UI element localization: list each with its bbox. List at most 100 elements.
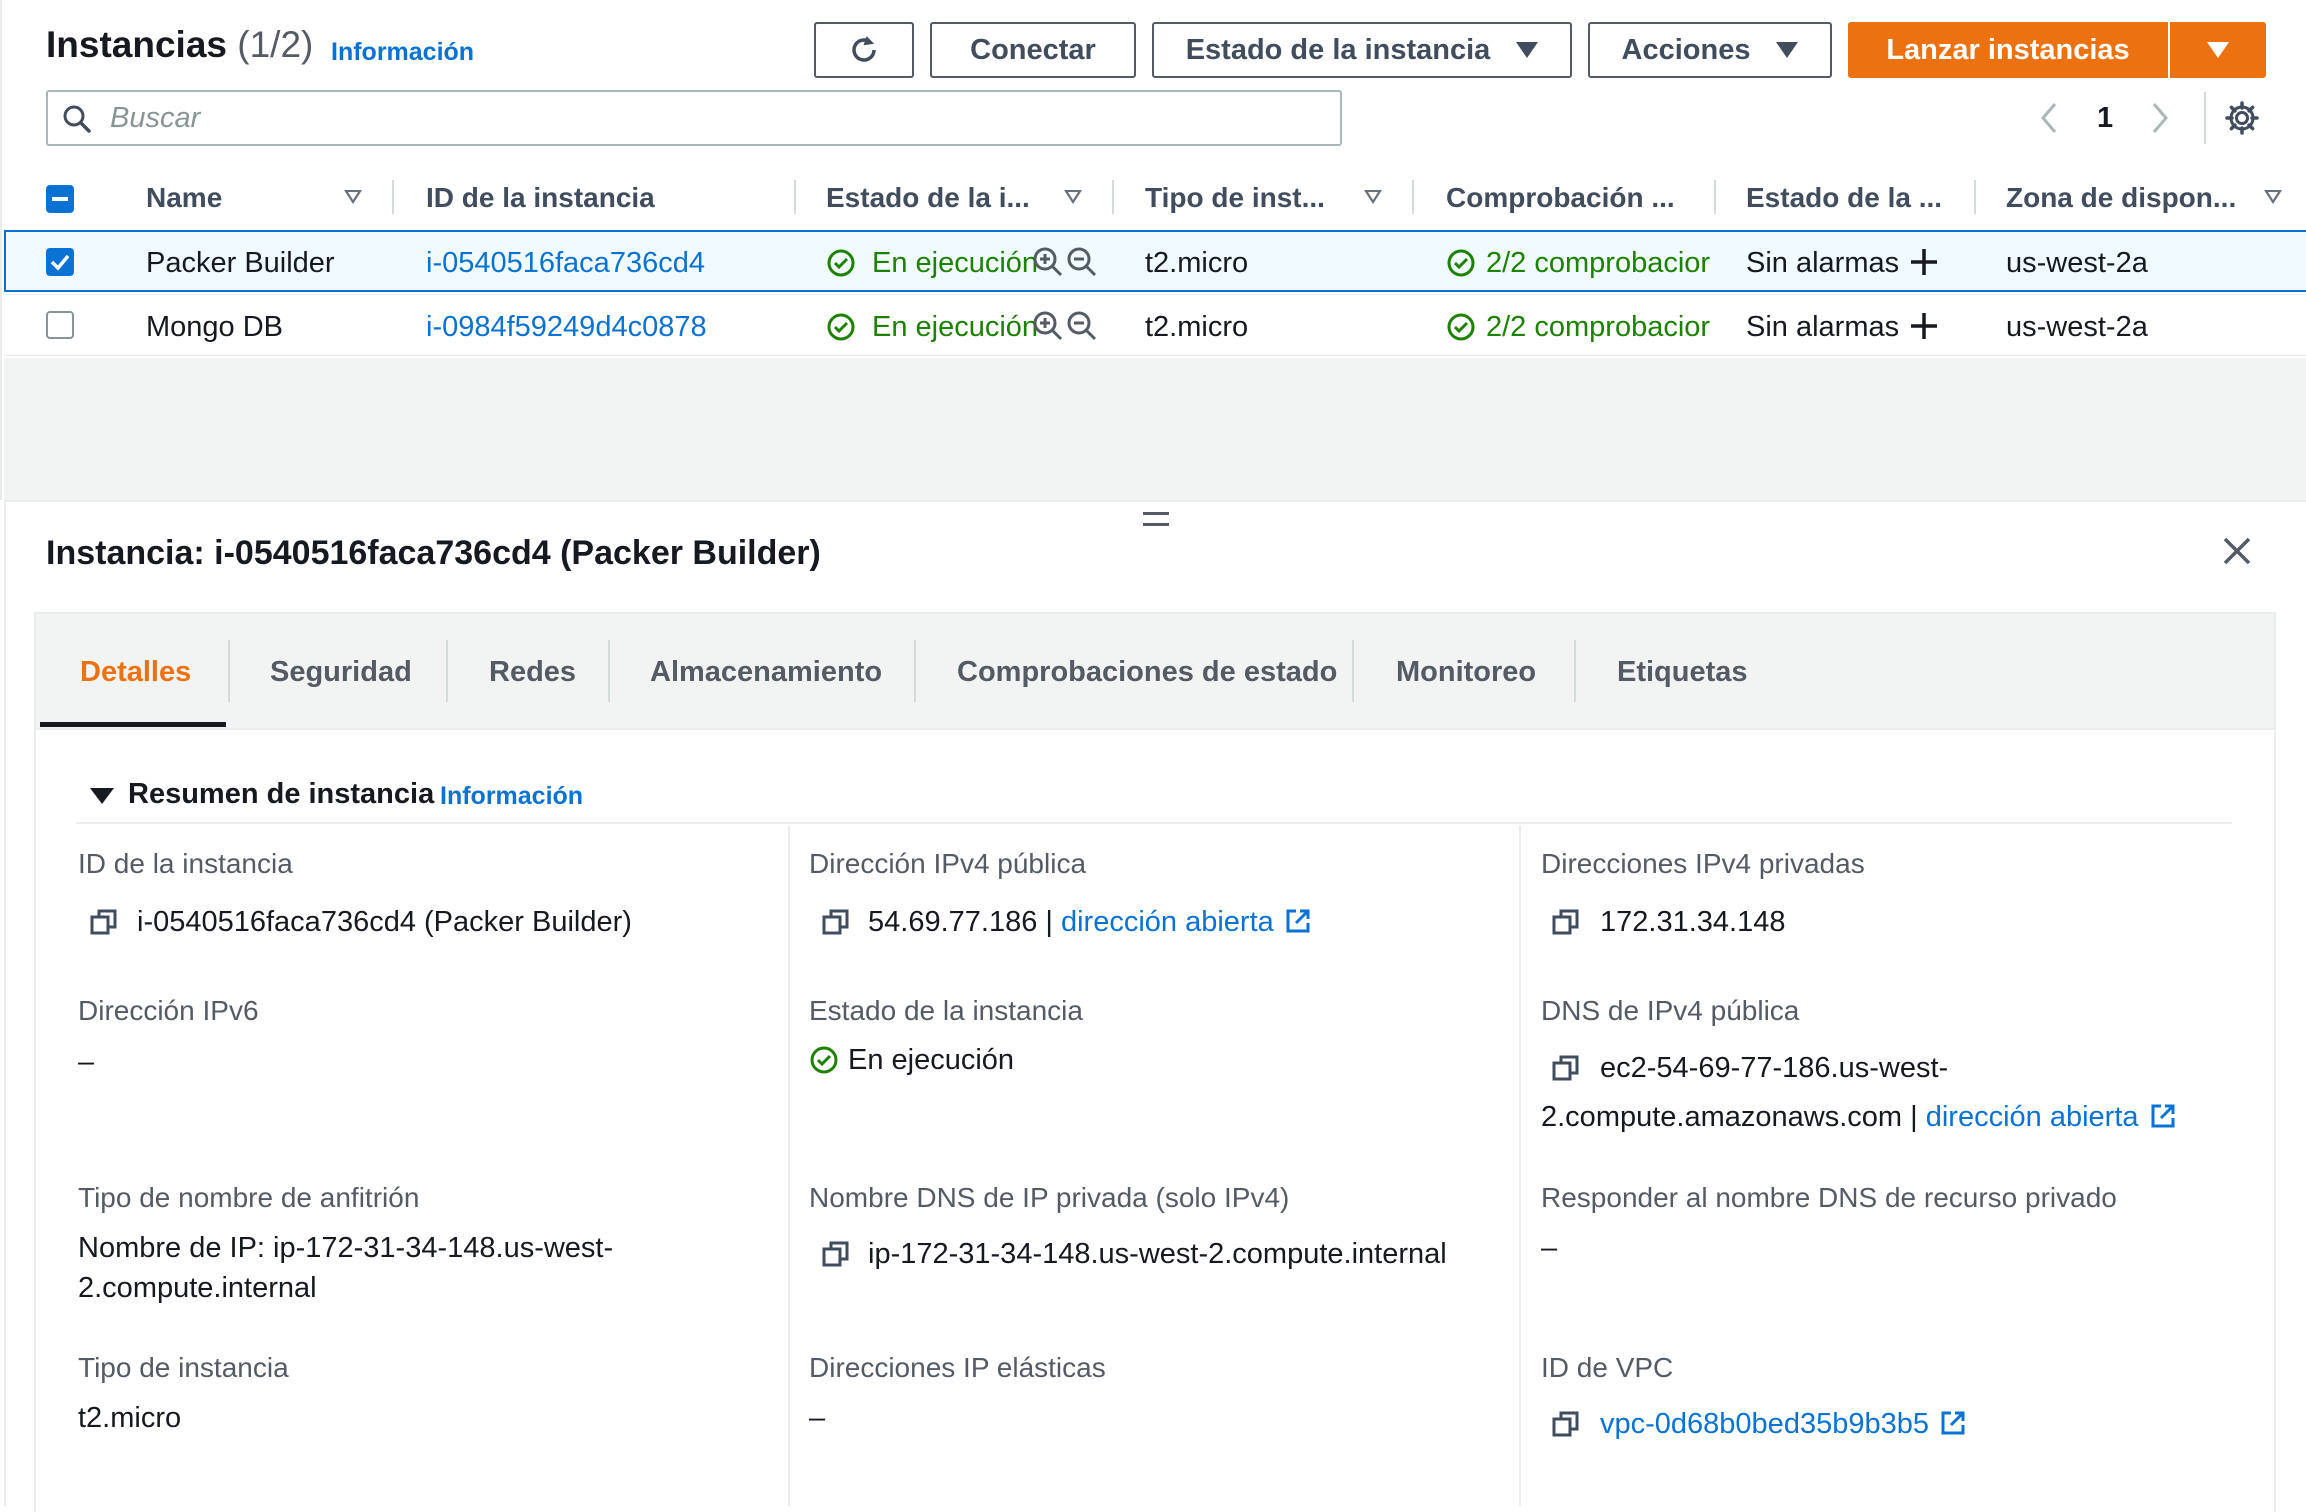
public-dns-label: DNS de IPv4 pública xyxy=(1541,995,1800,1026)
add-alarm-icon[interactable] xyxy=(1908,246,1940,278)
column-header-status-check[interactable]: Comprobación ... xyxy=(1446,182,1675,214)
refresh-button[interactable] xyxy=(814,22,914,78)
tab-divider xyxy=(446,640,448,702)
search-input[interactable] xyxy=(46,90,1342,146)
zoom-out-icon[interactable] xyxy=(1066,310,1098,342)
instance-type: t2.micro xyxy=(1145,247,1249,279)
copy-icon[interactable] xyxy=(822,908,850,936)
instance-state-dropdown[interactable]: Estado de la instancia xyxy=(1152,22,1572,78)
launch-instances-button[interactable]: Lanzar instancias xyxy=(1848,22,2168,78)
availability-zone: us-west-2a xyxy=(2006,247,2148,279)
tab-security[interactable]: Seguridad xyxy=(270,656,412,689)
info-link[interactable]: Información xyxy=(331,38,474,67)
copy-icon[interactable] xyxy=(822,1240,850,1268)
sort-icon[interactable] xyxy=(1364,190,1382,204)
tab-networking[interactable]: Redes xyxy=(489,656,576,689)
page-title: Instancias (1/2) xyxy=(46,24,314,65)
column-divider[interactable] xyxy=(1974,180,1976,214)
current-page[interactable]: 1 xyxy=(2097,102,2113,135)
row-checkbox[interactable] xyxy=(46,311,74,339)
tab-status-checks[interactable]: Comprobaciones de estado xyxy=(957,656,1337,689)
column-header-name[interactable]: Name xyxy=(146,182,222,214)
instance-id-value: i-0540516faca736cd4 (Packer Builder) xyxy=(137,906,632,938)
hostname-type-label: Tipo de nombre de anfitrión xyxy=(78,1182,420,1213)
search-icon xyxy=(62,104,92,134)
instance-type: t2.micro xyxy=(1145,311,1249,343)
next-page-icon[interactable] xyxy=(2148,100,2172,136)
open-address-link[interactable]: dirección abierta xyxy=(1926,1101,2139,1133)
close-icon[interactable] xyxy=(2222,536,2252,566)
column-divider xyxy=(1519,826,1521,1506)
public-dns-value-line2: 2.compute.amazonaws.com | dirección abie… xyxy=(1541,1101,2177,1134)
column-header-alarm-state[interactable]: Estado de la ... xyxy=(1746,182,1942,214)
public-dns-value-line1: ec2-54-69-77-186.us-west- xyxy=(1600,1052,1949,1084)
sort-icon[interactable] xyxy=(2264,190,2282,204)
tab-tags[interactable]: Etiquetas xyxy=(1617,656,1748,689)
select-all-checkbox[interactable] xyxy=(46,185,74,213)
check-circle-icon xyxy=(826,312,856,342)
column-divider[interactable] xyxy=(1412,180,1414,214)
resize-handle-icon[interactable] xyxy=(1143,512,1169,526)
tab-details[interactable]: Detalles xyxy=(80,656,191,689)
instance-id-link[interactable]: i-0540516faca736cd4 xyxy=(426,247,705,280)
zoom-in-icon[interactable] xyxy=(1032,246,1064,278)
external-link-icon[interactable] xyxy=(1284,907,1312,935)
refresh-icon xyxy=(847,33,881,67)
instance-id-link[interactable]: i-0984f59249d4c0878 xyxy=(426,311,707,344)
private-dns-value: ip-172-31-34-148.us-west-2.compute.inter… xyxy=(868,1238,1447,1270)
check-circle-icon xyxy=(1446,312,1476,342)
alarm-state: Sin alarmas xyxy=(1746,247,1900,279)
connect-label: Conectar xyxy=(970,33,1096,66)
connect-button[interactable]: Conectar xyxy=(930,22,1136,78)
instance-state-label: Estado de la instancia xyxy=(809,995,1083,1026)
column-divider[interactable] xyxy=(1714,180,1716,214)
open-address-link[interactable]: dirección abierta xyxy=(1061,906,1274,938)
row-checkbox[interactable] xyxy=(46,248,74,276)
column-header-availability-zone[interactable]: Zona de dispon... xyxy=(2006,182,2236,214)
sort-icon[interactable] xyxy=(1064,190,1082,204)
zoom-in-icon[interactable] xyxy=(1032,310,1064,342)
caret-down-icon xyxy=(1516,42,1539,58)
status-check[interactable]: 2/2 comprobacior xyxy=(1486,311,1710,344)
previous-page-icon[interactable] xyxy=(2037,100,2061,136)
column-divider[interactable] xyxy=(794,180,796,214)
status-check[interactable]: 2/2 comprobacior xyxy=(1486,247,1710,280)
instance-state: En ejecución xyxy=(872,247,1039,279)
tab-monitoring[interactable]: Monitoreo xyxy=(1396,656,1536,689)
external-link-icon[interactable] xyxy=(1939,1409,1967,1437)
elastic-ip-label: Direcciones IP elásticas xyxy=(809,1352,1106,1383)
private-dns-answer-label: Responder al nombre DNS de recurso priva… xyxy=(1541,1182,2117,1213)
info-link[interactable]: Información xyxy=(440,782,583,811)
column-divider[interactable] xyxy=(392,180,394,214)
public-ipv4-value: 54.69.77.186 | dirección abierta xyxy=(868,906,1312,939)
external-link-icon[interactable] xyxy=(2149,1102,2177,1130)
copy-icon[interactable] xyxy=(90,908,118,936)
actions-dropdown[interactable]: Acciones xyxy=(1588,22,1832,78)
hostname-type-value-line2: 2.compute.internal xyxy=(78,1272,317,1304)
gear-icon[interactable] xyxy=(2224,100,2260,136)
column-header-instance-state[interactable]: Estado de la i... xyxy=(826,182,1030,214)
tab-storage[interactable]: Almacenamiento xyxy=(650,656,882,689)
copy-icon[interactable] xyxy=(1552,1054,1580,1082)
vpc-id-link[interactable]: vpc-0d68b0bed35b9b3b5 xyxy=(1600,1408,1929,1440)
vpc-id-label: ID de VPC xyxy=(1541,1352,1674,1383)
instance-type-value: t2.micro xyxy=(78,1402,182,1434)
table-empty-area xyxy=(4,358,2306,500)
vpc-id-value: vpc-0d68b0bed35b9b3b5 xyxy=(1600,1408,1967,1441)
collapse-caret-icon[interactable] xyxy=(90,788,114,804)
private-ipv4-label: Direcciones IPv4 privadas xyxy=(1541,848,1865,879)
column-divider[interactable] xyxy=(1112,180,1114,214)
instance-type-label: Tipo de instancia xyxy=(78,1352,289,1383)
column-header-instance-id[interactable]: ID de la instancia xyxy=(426,182,655,214)
launch-options-button[interactable] xyxy=(2170,22,2266,78)
zoom-out-icon[interactable] xyxy=(1066,246,1098,278)
column-header-instance-type[interactable]: Tipo de inst... xyxy=(1145,182,1325,214)
tab-divider xyxy=(608,640,610,702)
add-alarm-icon[interactable] xyxy=(1908,310,1940,342)
instance-name: Packer Builder xyxy=(146,247,335,279)
copy-icon[interactable] xyxy=(1552,908,1580,936)
check-circle-icon xyxy=(809,1045,839,1075)
copy-icon[interactable] xyxy=(1552,1410,1580,1438)
sort-icon[interactable] xyxy=(344,190,362,204)
section-heading[interactable]: Resumen de instancia xyxy=(128,778,434,811)
